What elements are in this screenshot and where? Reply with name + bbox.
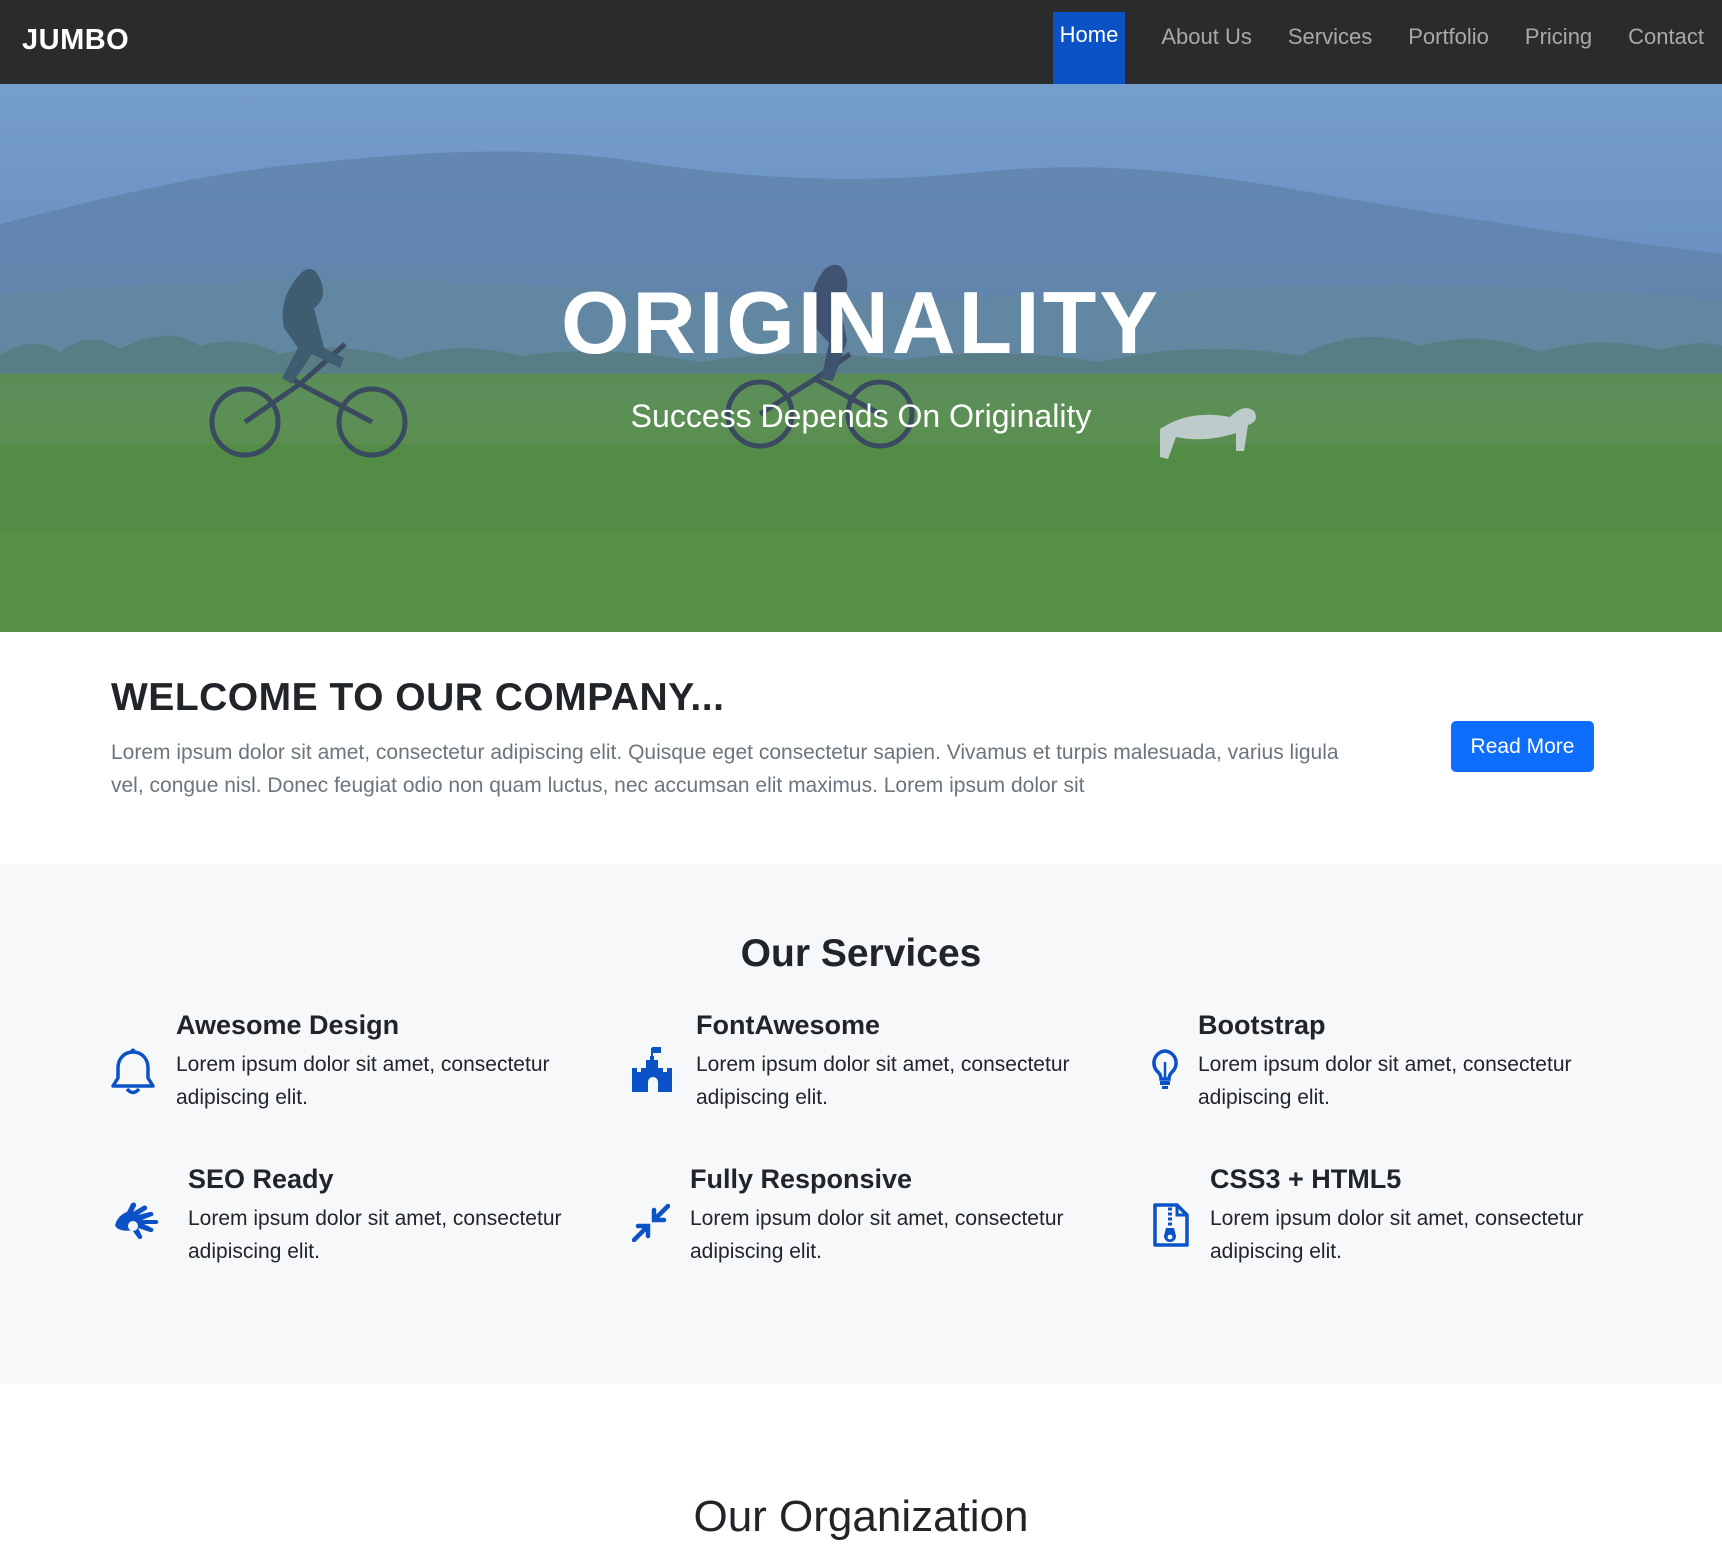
lightbulb-icon: [1150, 1048, 1180, 1095]
nav-item-home[interactable]: Home: [1052, 12, 1126, 84]
castle-icon: [630, 1046, 674, 1099]
brand-logo[interactable]: JUMBO: [22, 24, 129, 57]
file-archive-icon: [1152, 1202, 1190, 1253]
nav-item-services[interactable]: Services: [1270, 12, 1390, 84]
service-title: Bootstrap: [1198, 1010, 1326, 1040]
nav-item-about-us[interactable]: About Us: [1143, 12, 1270, 84]
service-title: FontAwesome: [696, 1010, 881, 1040]
nav-item-pricing[interactable]: Pricing: [1507, 12, 1610, 84]
hero-subtitle: Success Depends On Originality: [630, 398, 1092, 434]
welcome-text: Lorem ipsum dolor sit amet, consectetur …: [111, 741, 1339, 797]
service-title: Awesome Design: [176, 1010, 400, 1040]
read-more-button[interactable]: Read More: [1451, 721, 1594, 772]
services-heading: Our Services: [740, 932, 982, 975]
service-title: CSS3 + HTML5: [1210, 1164, 1402, 1194]
compress-arrows-icon: [631, 1203, 671, 1247]
navbar: JUMBO Home About Us Services Portfolio P…: [0, 0, 1722, 84]
bell-icon: [111, 1048, 155, 1101]
service-description: Lorem ipsum dolor sit amet, consectetur …: [176, 1053, 550, 1109]
welcome-section: WELCOME TO OUR COMPANY... Lorem ipsum do…: [0, 632, 1722, 864]
service-description: Lorem ipsum dolor sit amet, consectetur …: [188, 1207, 562, 1263]
service-title: SEO Ready: [188, 1164, 334, 1194]
service-description: Lorem ipsum dolor sit amet, consectetur …: [1198, 1053, 1572, 1109]
hero-title: ORIGINALITY: [560, 273, 1162, 372]
organization-section: Our Organization: [0, 1384, 1722, 1553]
services-section: Our Services Awesome Design Lorem ipsum …: [0, 864, 1722, 1384]
service-description: Lorem ipsum dolor sit amet, consectetur …: [1210, 1207, 1584, 1263]
nav-menu: Home About Us Services Portfolio Pricing…: [1052, 12, 1722, 84]
service-title: Fully Responsive: [690, 1164, 913, 1194]
organization-heading: Our Organization: [693, 1492, 1029, 1541]
nav-item-portfolio[interactable]: Portfolio: [1390, 12, 1507, 84]
service-description: Lorem ipsum dolor sit amet, consectetur …: [690, 1207, 1064, 1263]
nav-item-contact[interactable]: Contact: [1610, 12, 1722, 84]
sign-language-icon: [111, 1202, 169, 1253]
service-description: Lorem ipsum dolor sit amet, consectetur …: [696, 1053, 1070, 1109]
hero-banner: ORIGINALITY Success Depends On Originali…: [0, 84, 1722, 632]
welcome-heading: WELCOME TO OUR COMPANY...: [111, 676, 725, 719]
